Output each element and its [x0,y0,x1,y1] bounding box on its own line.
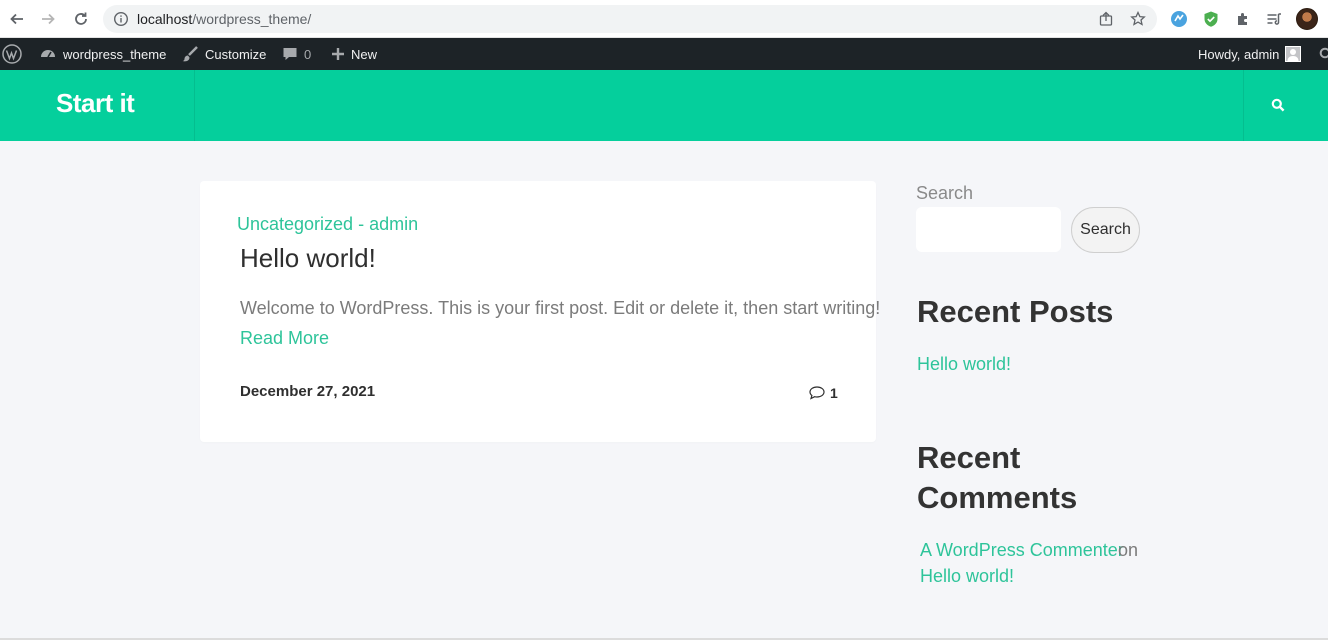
post-comments-count: 1 [830,385,838,401]
search-icon [1271,98,1285,112]
new-content-menu[interactable]: New [331,38,377,70]
recent-comments-heading-line1: Recent [917,440,1021,475]
my-account-menu[interactable]: Howdy, admin [1198,38,1302,70]
site-name-label: wordpress_theme [63,46,167,62]
post-title[interactable]: Hello world! [240,243,376,274]
url-text: localhost/wordpress_theme/ [137,11,311,27]
customize-link[interactable]: Customize [181,38,266,70]
search-icon [1319,47,1328,59]
recent-post-link[interactable]: Hello world! [917,354,1011,375]
browser-toolbar: localhost/wordpress_theme/ [0,0,1328,38]
site-header: Start it [0,70,1328,141]
post-meta[interactable]: Uncategorized - admin [237,214,418,235]
wordpress-logo-icon [2,44,22,64]
header-search-button[interactable] [1268,95,1288,115]
comments-count: 0 [304,46,312,62]
post-comments-link[interactable]: 1 [808,385,838,401]
new-label: New [351,46,378,62]
comment-bubble-icon [283,48,297,60]
site-logo[interactable]: Start it [56,88,135,119]
address-bar[interactable]: localhost/wordpress_theme/ [103,5,1157,33]
url-host: localhost [137,11,193,27]
recent-comments-heading-line2: Comments [917,480,1078,515]
header-divider [1243,70,1244,141]
reading-list-icon[interactable] [1264,9,1284,29]
comment-icon [809,386,825,400]
sidebar-search-label: Search [916,183,974,203]
user-silhouette-icon [1287,49,1299,61]
comment-author-link[interactable]: A WordPress Commenter [920,540,1124,561]
plus-icon [332,48,344,60]
arrow-left-icon [10,13,23,25]
sidebar-search-input[interactable] [916,207,1061,252]
forward-button[interactable] [37,8,59,30]
customize-label: Customize [205,46,267,62]
wp-logo-menu[interactable] [2,38,22,70]
back-button[interactable] [6,8,28,30]
reload-button[interactable] [70,8,92,30]
adminbar-search[interactable] [1319,38,1328,70]
comments-link[interactable]: 0 [282,38,311,70]
url-path: /wordpress_theme/ [192,11,312,27]
recent-comments-heading: Recent Comments [917,438,1077,518]
share-icon[interactable] [1098,11,1114,27]
info-icon[interactable] [113,11,129,27]
howdy-label: Howdy, admin [1198,46,1280,62]
post-excerpt: Welcome to WordPress. This is your first… [240,298,881,318]
comment-post-link[interactable]: Hello world! [920,566,1014,587]
site-name-menu[interactable]: wordpress_theme [39,38,166,70]
reload-icon [75,12,87,25]
sidebar-search-button[interactable]: Search [1071,207,1140,253]
paintbrush-icon [182,46,198,62]
header-divider [194,70,195,141]
star-icon[interactable] [1130,11,1146,27]
comment-on-text: on [1118,540,1139,560]
shield-extension-icon[interactable] [1201,9,1221,29]
puzzle-extensions-icon[interactable] [1233,9,1253,29]
profile-avatar[interactable] [1296,8,1318,30]
read-more-link[interactable]: Read More [240,328,329,349]
admin-avatar [1285,46,1302,62]
recent-posts-heading: Recent Posts [917,294,1114,329]
dashboard-icon [41,50,55,58]
arrow-right-icon [42,13,55,25]
post-card: Uncategorized - admin Hello world! Welco… [200,181,880,442]
wp-admin-bar: wordpress_theme Customize 0 New Howdy, a… [0,38,1328,70]
extension-blue-icon[interactable] [1169,9,1189,29]
post-date: December 27, 2021 [240,383,376,400]
